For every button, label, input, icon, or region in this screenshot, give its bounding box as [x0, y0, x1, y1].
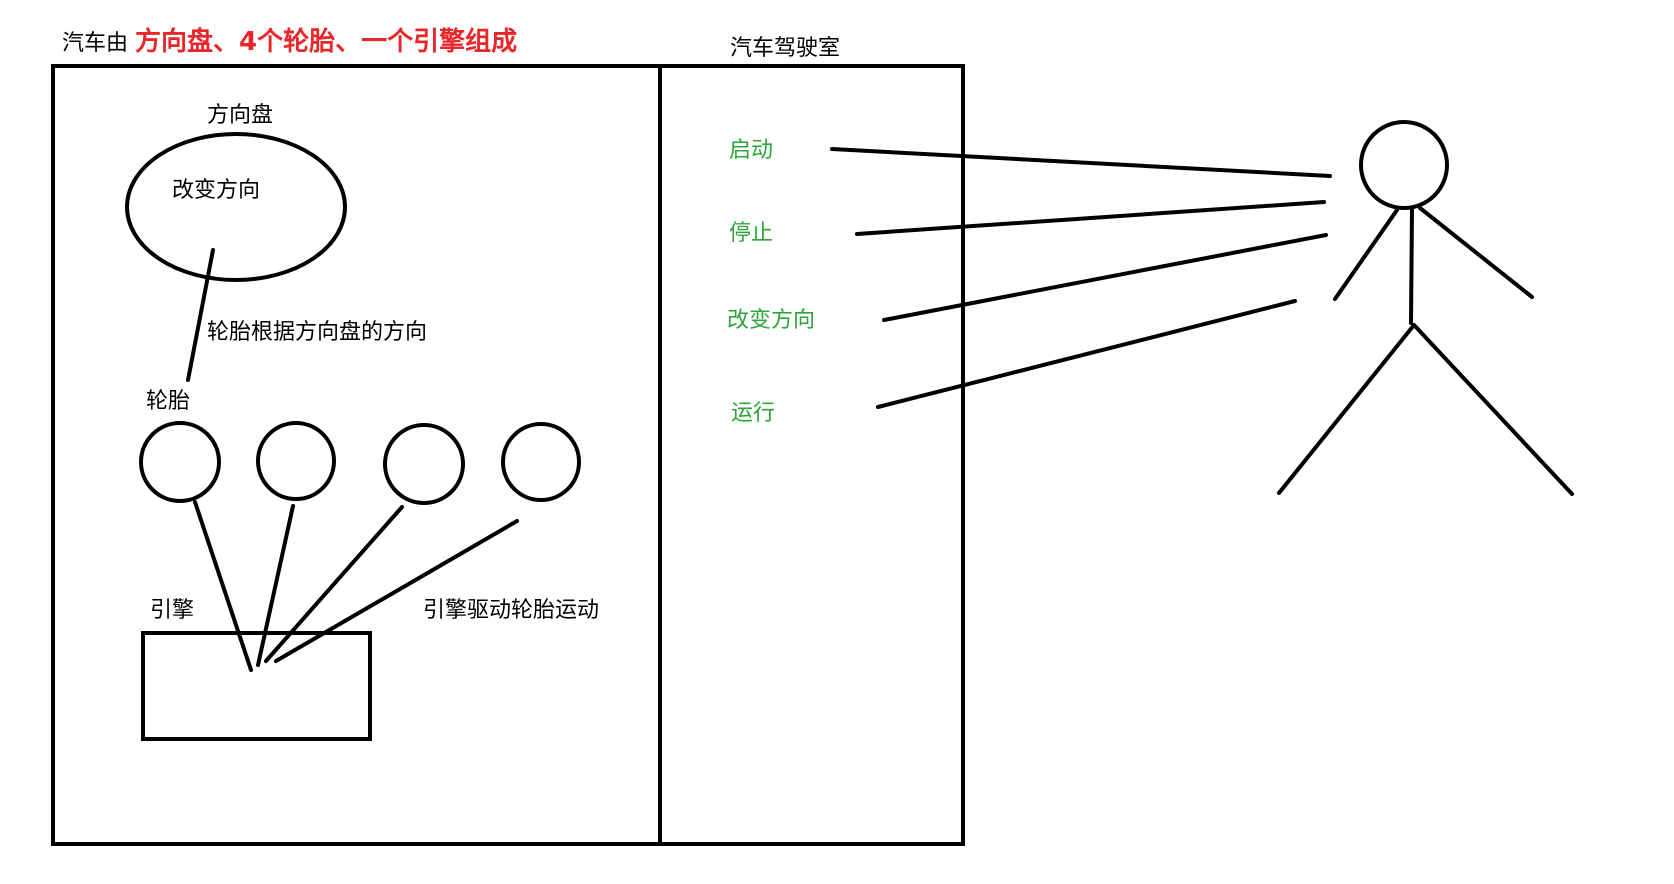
driver-line-run: [876, 299, 1297, 409]
header-prefix: 汽车由: [62, 31, 135, 56]
driver-leg-right: [1412, 323, 1574, 496]
cab-action-stop: 停止: [729, 221, 773, 246]
driver-head: [1359, 120, 1449, 210]
engine-tire-line-4: [274, 519, 519, 663]
driver-body: [1409, 206, 1414, 325]
steering-wheel-inner-label: 改变方向: [172, 178, 260, 203]
steering-link-label: 轮胎根据方向盘的方向: [207, 320, 427, 345]
driver-leg-left: [1277, 323, 1416, 495]
header-highlight: 方向盘、4个轮胎、一个引擎组成: [135, 26, 517, 57]
tire-3: [383, 423, 465, 505]
cab-box: [658, 64, 965, 846]
cab-title: 汽车驾驶室: [730, 36, 840, 61]
car-structure-diagram: 汽车由 方向盘、4个轮胎、一个引擎组成 汽车驾驶室 方向盘 改变方向 轮胎根据方…: [51, 26, 1574, 846]
engine-tire-line-1: [193, 500, 253, 672]
steering-wheel-label: 方向盘: [207, 103, 273, 128]
driver-line-stop: [855, 200, 1326, 236]
engine-tire-line-2: [256, 504, 295, 667]
tires-label: 轮胎: [146, 389, 190, 414]
driver-arm-right: [1418, 206, 1534, 299]
engine-box: [141, 631, 372, 741]
steering-wheel-shape: [125, 132, 347, 282]
cab-action-run: 运行: [731, 401, 775, 426]
tire-4: [501, 422, 581, 502]
driver-line-turn: [882, 233, 1328, 322]
driver-line-start: [830, 147, 1332, 178]
cab-action-start: 启动: [729, 138, 773, 163]
header-caption: 汽车由 方向盘、4个轮胎、一个引擎组成: [62, 26, 517, 57]
cab-action-turn: 改变方向: [727, 308, 815, 333]
engine-label: 引擎: [150, 598, 194, 623]
engine-drive-label: 引擎驱动轮胎运动: [423, 598, 599, 623]
steering-tire-link: [186, 248, 215, 382]
tire-2: [256, 421, 336, 501]
driver-figure: [1277, 120, 1574, 496]
driver-arm-left: [1333, 208, 1399, 301]
tire-1: [139, 421, 221, 503]
